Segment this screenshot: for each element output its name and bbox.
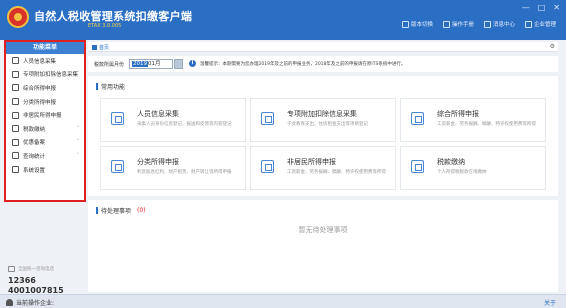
info-icon: i (189, 60, 196, 67)
sidebar-item-comprehensive[interactable]: 综合所得申报 (6, 81, 84, 95)
classified-icon (111, 160, 124, 173)
person-icon (12, 57, 19, 65)
card-special-deduction[interactable]: 专项附加扣除信息采集 子女教育支出、住房租金支出等项目登记 (250, 98, 396, 142)
clock-icon (12, 98, 19, 106)
hotline-label: 全国统一咨询电话 (18, 267, 54, 272)
common-functions-title: 常用功能 (96, 82, 125, 91)
period-year: 2019 (132, 61, 148, 67)
app-title: 自然人税收管理系统扣缴客户端 (34, 10, 193, 23)
user-icon (6, 299, 13, 306)
tax-icon (12, 125, 19, 133)
sidebar-item-special-deduction[interactable]: 专项附加扣除信息采集 ˅ (6, 68, 84, 82)
calendar-icon[interactable] (174, 59, 183, 69)
sidebar-item-classified[interactable]: 分类所得申报 (6, 95, 84, 109)
sidebar-item-settings[interactable]: 系统设置 (6, 163, 84, 177)
sidebar-item-personnel[interactable]: 人员信息采集 (6, 54, 84, 68)
warm-tip: 温馨提示：本期需要为您办理2019年及之前的申报业务，2018年及之前的申报请在… (200, 62, 406, 67)
card-tax-payment[interactable]: 税款缴纳 个人所得税税款在线缴纳 (400, 146, 546, 190)
tab-bar: 首页 ⚙ (88, 42, 558, 52)
phone-icon (8, 266, 15, 272)
card-classified[interactable]: 分类所得申报 利息股息红利、财产租赁、财产转让等所得申报 (100, 146, 246, 190)
user-icon (12, 111, 19, 119)
sidebar-item-preferential[interactable]: 优惠备案 ˅ (6, 136, 84, 150)
chevron-down-icon: ˅ (76, 71, 80, 78)
tab-menu-icon[interactable]: ⚙ (550, 43, 555, 50)
enterprise-manage-button[interactable]: 企业管理 (524, 20, 556, 28)
switch-icon (401, 20, 409, 28)
app-version: ETAX 3.0.005 (88, 23, 122, 29)
maximize-icon[interactable]: □ (538, 3, 546, 12)
sidebar: 功能菜单 人员信息采集 专项附加扣除信息采集 ˅ 综合所得申报 分类所得申报 非… (4, 40, 86, 202)
status-bar: 当前操作企业: 关于 (0, 294, 566, 308)
message-center-button[interactable]: 消息中心 (483, 20, 515, 28)
minimize-icon[interactable]: — (522, 3, 530, 12)
top-actions: 版本切换 操作手册 消息中心 企业管理 (401, 20, 556, 28)
chevron-down-icon: ˅ (76, 139, 80, 146)
search-icon (12, 152, 19, 160)
window-controls: — □ ✕ (522, 3, 560, 12)
folder-icon (12, 138, 19, 146)
period-input[interactable]: 201901月 (129, 59, 173, 69)
tax-emblem-icon (7, 6, 29, 28)
comprehensive-icon (411, 112, 424, 125)
hotline-number-12366: 12366 (8, 276, 36, 285)
sidebar-header: 功能菜单 (6, 42, 84, 54)
pending-title: 待处理事项 (0) (96, 206, 146, 215)
chevron-down-icon: ˅ (76, 152, 80, 159)
common-functions-panel: 常用功能 人员信息采集 采集人员身份信息登记、报送和反馈等内容登记 专项附加扣除… (88, 76, 558, 196)
deduction-icon (261, 112, 274, 125)
tab-home[interactable]: 首页 (92, 43, 109, 51)
chevron-down-icon: ˅ (76, 125, 80, 132)
home-icon (92, 44, 97, 50)
period-month: 01月 (148, 61, 161, 67)
manual-button[interactable]: 操作手册 (442, 20, 474, 28)
about-link[interactable]: 关于 (544, 298, 556, 307)
pending-panel: 待处理事项 (0) (88, 200, 558, 292)
enterprise-icon (524, 20, 532, 28)
person-card-icon (111, 112, 124, 125)
gear-icon (12, 166, 19, 174)
payment-icon (411, 160, 424, 173)
pending-empty-message: 暂无待处理事项 (298, 226, 348, 234)
nonresident-icon (261, 160, 274, 173)
current-operator: 当前操作企业: (6, 298, 54, 307)
pending-count: (0) (137, 207, 146, 214)
card-personnel[interactable]: 人员信息采集 采集人员身份信息登记、报送和反馈等内容登记 (100, 98, 246, 142)
version-switch-button[interactable]: 版本切换 (401, 20, 433, 28)
period-filter-row: 税款所属月份 201901月 i 温馨提示：本期需要为您办理2019年及之前的申… (88, 56, 558, 72)
card-nonresident[interactable]: 非居民所得申报 工资薪金、劳务报酬、稿酬、特许权使用费等所得 (250, 146, 396, 190)
period-label: 税款所属月份 (94, 62, 125, 68)
title-bar: 自然人税收管理系统扣缴客户端 ETAX 3.0.005 — □ ✕ 版本切换 操… (0, 0, 566, 40)
list-icon (12, 70, 19, 78)
sidebar-item-query[interactable]: 查询统计 ˅ (6, 149, 84, 163)
manual-icon (442, 20, 450, 28)
card-comprehensive[interactable]: 综合所得申报 工资薪金、劳务报酬、稿酬、特许权使用费等所得 (400, 98, 546, 142)
sidebar-item-tax-payment[interactable]: 税款缴纳 ˅ (6, 122, 84, 136)
report-icon (12, 84, 19, 92)
sidebar-item-nonresident[interactable]: 非居民所得申报 (6, 108, 84, 122)
close-icon[interactable]: ✕ (553, 3, 560, 12)
message-icon (483, 20, 491, 28)
